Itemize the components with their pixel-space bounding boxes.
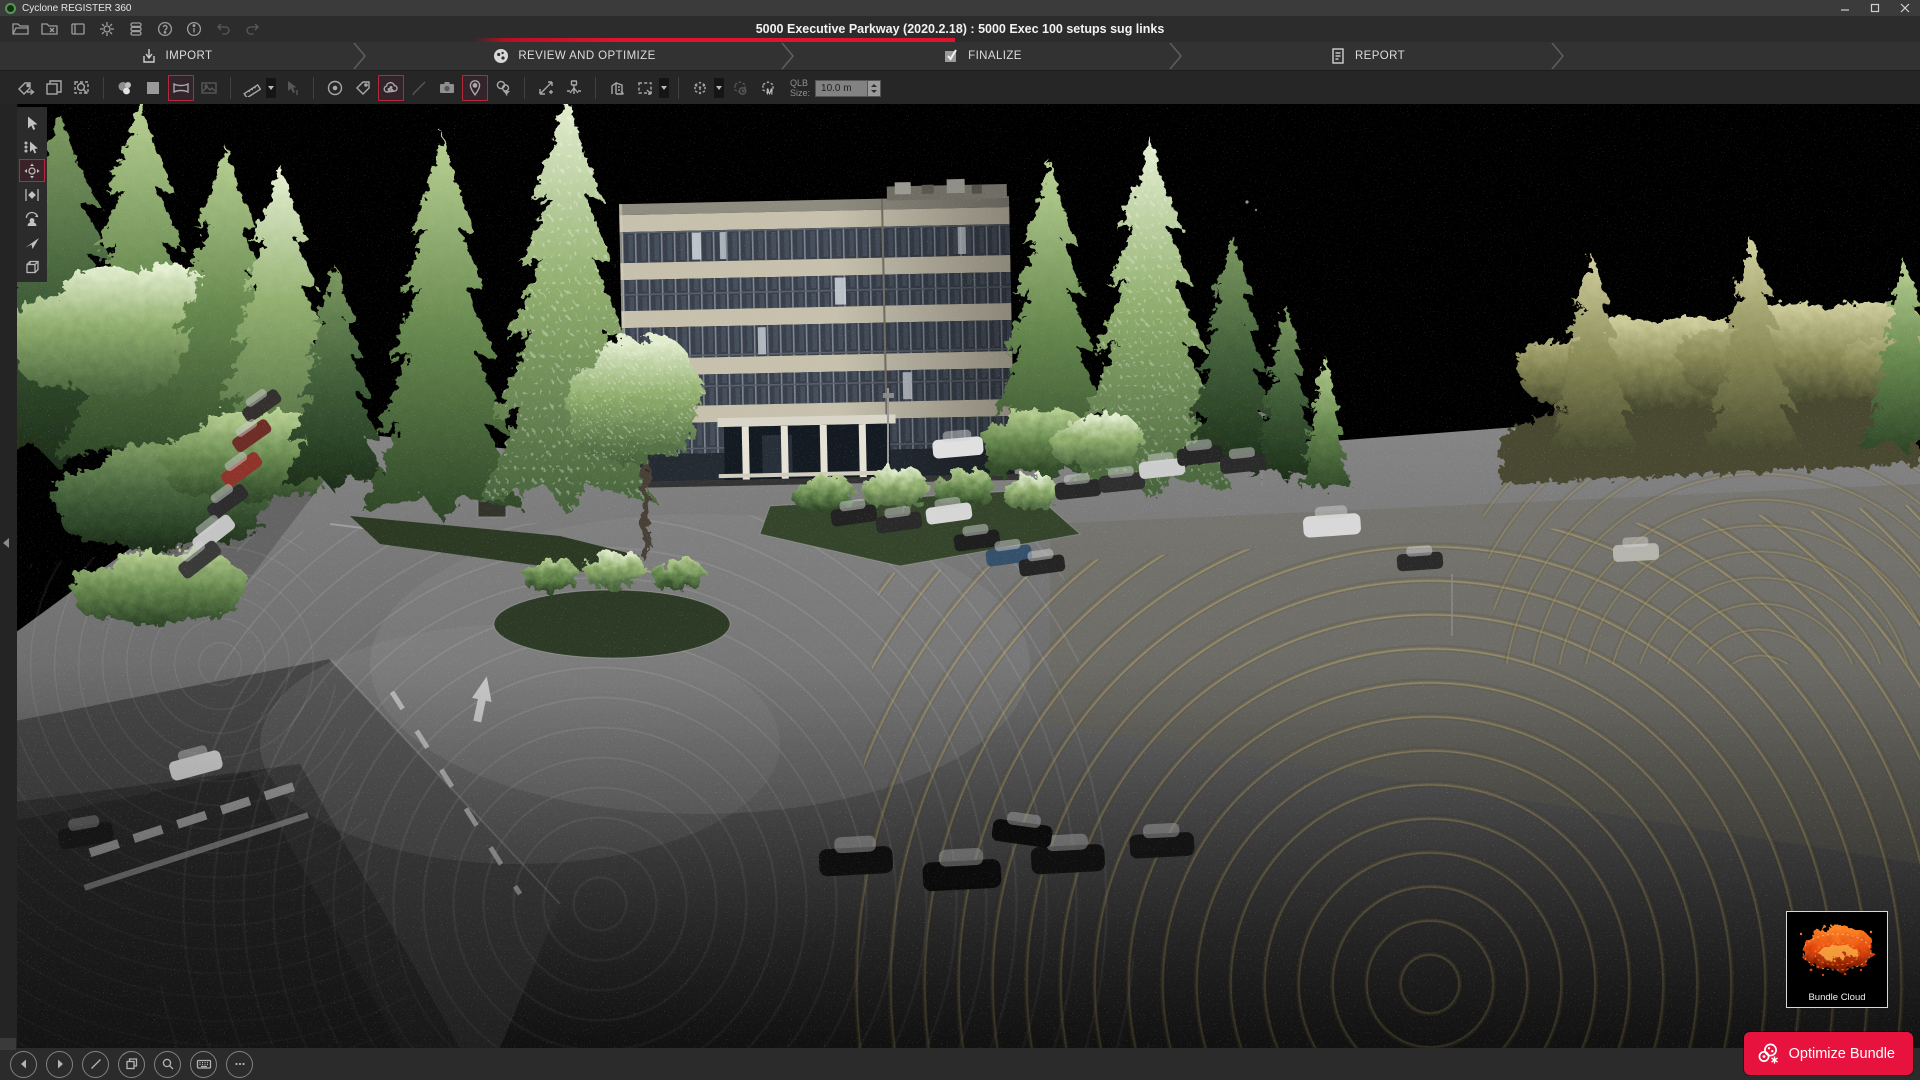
previous-button[interactable] xyxy=(10,1051,37,1078)
optimize-bundle-button[interactable]: Optimize Bundle xyxy=(1744,1032,1913,1075)
help-icon[interactable] xyxy=(155,19,175,39)
limit-box-icon[interactable] xyxy=(687,75,713,101)
checkbox-icon xyxy=(942,47,960,65)
setup-positions-icon[interactable] xyxy=(561,75,587,101)
storage-icon[interactable] xyxy=(126,19,146,39)
pin-view-icon[interactable] xyxy=(462,75,488,101)
bundle-cloud-thumbnail[interactable]: Bundle Cloud xyxy=(1786,911,1888,1008)
tab-separator xyxy=(352,42,368,70)
tab-separator xyxy=(1550,42,1566,70)
zoom-region-icon[interactable] xyxy=(69,75,95,101)
close-button[interactable] xyxy=(1890,0,1920,16)
point-cloud-render-icon[interactable] xyxy=(112,75,138,101)
cloud-filter-icon[interactable] xyxy=(490,75,516,101)
settings-gear-icon[interactable] xyxy=(97,19,117,39)
measure-icon[interactable] xyxy=(239,75,265,101)
keyboard-button[interactable] xyxy=(190,1051,217,1078)
about-info-icon[interactable] xyxy=(184,19,204,39)
select-points-tool-icon[interactable] xyxy=(19,135,45,158)
bundle-cloud-preview-image xyxy=(1787,912,1885,984)
pivot-tool-icon[interactable] xyxy=(19,183,45,206)
tab-finalize[interactable]: FINALIZE xyxy=(796,42,1168,70)
qlb-size-control: QLB Size: 10.0 m xyxy=(790,78,881,99)
export-project-icon[interactable] xyxy=(13,75,39,101)
title-bar: Cyclone REGISTER 360 xyxy=(0,0,1920,16)
cloud-view-icon[interactable] xyxy=(378,75,404,101)
tab-import-label: IMPORT xyxy=(166,50,213,62)
redo-icon[interactable] xyxy=(242,19,262,39)
main-toolbar: M QLB Size: 10.0 m xyxy=(0,71,1920,105)
panorama-view-icon[interactable] xyxy=(168,75,194,101)
cascade-views-icon[interactable] xyxy=(41,75,67,101)
point-cloud-ball-icon xyxy=(492,47,510,65)
app-logo-icon xyxy=(5,3,16,14)
minimize-button[interactable] xyxy=(1830,0,1860,16)
optimize-bundle-label: Optimize Bundle xyxy=(1789,1046,1895,1062)
bundle-cloud-label: Bundle Cloud xyxy=(1787,989,1887,1007)
next-button[interactable] xyxy=(46,1051,73,1078)
image-view-icon[interactable] xyxy=(196,75,222,101)
tab-import[interactable]: IMPORT xyxy=(0,42,352,70)
left-panel-strip xyxy=(0,104,17,1048)
target-icon[interactable] xyxy=(322,75,348,101)
svg-text:M: M xyxy=(766,88,773,97)
panel-collapse-arrow-icon[interactable] xyxy=(3,538,9,548)
annotation-tag-icon[interactable] xyxy=(350,75,376,101)
point-cloud-viewport[interactable]: Bundle Cloud xyxy=(0,104,1920,1048)
maximize-button[interactable] xyxy=(1860,0,1890,16)
tab-review-label: REVIEW AND OPTIMIZE xyxy=(518,50,655,62)
more-options-button[interactable] xyxy=(226,1051,253,1078)
solid-render-icon[interactable] xyxy=(140,75,166,101)
point-cloud-scene[interactable] xyxy=(0,104,1920,1048)
undo-icon[interactable] xyxy=(213,19,233,39)
import-data-icon[interactable] xyxy=(68,19,88,39)
limit-box-dropdown[interactable] xyxy=(714,78,724,98)
select-tool-icon[interactable] xyxy=(19,111,45,134)
bundle-optimize-icon xyxy=(1756,1042,1780,1066)
transform-icon[interactable] xyxy=(533,75,559,101)
qlb-size-label: QLB Size: xyxy=(790,78,810,99)
limit-box-manager-icon[interactable]: M xyxy=(755,75,781,101)
tab-report-label: REPORT xyxy=(1355,50,1405,62)
active-tab-red-indicator xyxy=(473,38,955,42)
fly-tool-icon[interactable] xyxy=(19,231,45,254)
tab-finalize-label: FINALIZE xyxy=(968,50,1022,62)
tab-review-and-optimize[interactable]: REVIEW AND OPTIMIZE xyxy=(368,42,780,70)
main-area: Bundle Cloud xyxy=(0,104,1920,1048)
app-title: Cyclone REGISTER 360 xyxy=(22,3,132,14)
close-project-icon[interactable] xyxy=(39,19,59,39)
open-project-icon[interactable] xyxy=(10,19,30,39)
multi-view-button[interactable] xyxy=(118,1051,145,1078)
tab-separator xyxy=(780,42,796,70)
project-title: 5000 Executive Parkway (2020.2.18) : 500… xyxy=(0,22,1920,36)
report-page-icon xyxy=(1329,47,1347,65)
menu-bar: 5000 Executive Parkway (2020.2.18) : 500… xyxy=(0,16,1920,42)
navigation-tool-palette xyxy=(17,107,47,282)
draw-icon[interactable] xyxy=(406,75,432,101)
snapshot-icon[interactable] xyxy=(434,75,460,101)
pan-tool-icon[interactable] xyxy=(19,159,45,182)
pick-point-icon[interactable] xyxy=(279,75,305,101)
rect-select-dropdown[interactable] xyxy=(659,78,669,98)
qlb-size-stepper[interactable] xyxy=(868,80,881,97)
rect-select-icon[interactable] xyxy=(632,75,658,101)
orbit-tool-icon[interactable] xyxy=(19,207,45,230)
view-cube-tool-icon[interactable] xyxy=(19,255,45,278)
import-tray-icon xyxy=(140,47,158,65)
site-navigation-icon[interactable] xyxy=(604,75,630,101)
zoom-button[interactable] xyxy=(154,1051,181,1078)
qlb-size-input[interactable]: 10.0 m xyxy=(815,80,868,97)
measure-dropdown[interactable] xyxy=(266,78,276,98)
tab-separator xyxy=(1168,42,1184,70)
limit-box-history-icon[interactable] xyxy=(727,75,753,101)
workflow-tabs: IMPORT REVIEW AND OPTIMIZE FINALIZE REPO… xyxy=(0,42,1920,71)
draw-line-button[interactable] xyxy=(82,1051,109,1078)
splitter-corner-tab[interactable] xyxy=(0,1038,16,1050)
tab-report[interactable]: REPORT xyxy=(1184,42,1550,70)
bottom-bar xyxy=(0,1048,1920,1080)
